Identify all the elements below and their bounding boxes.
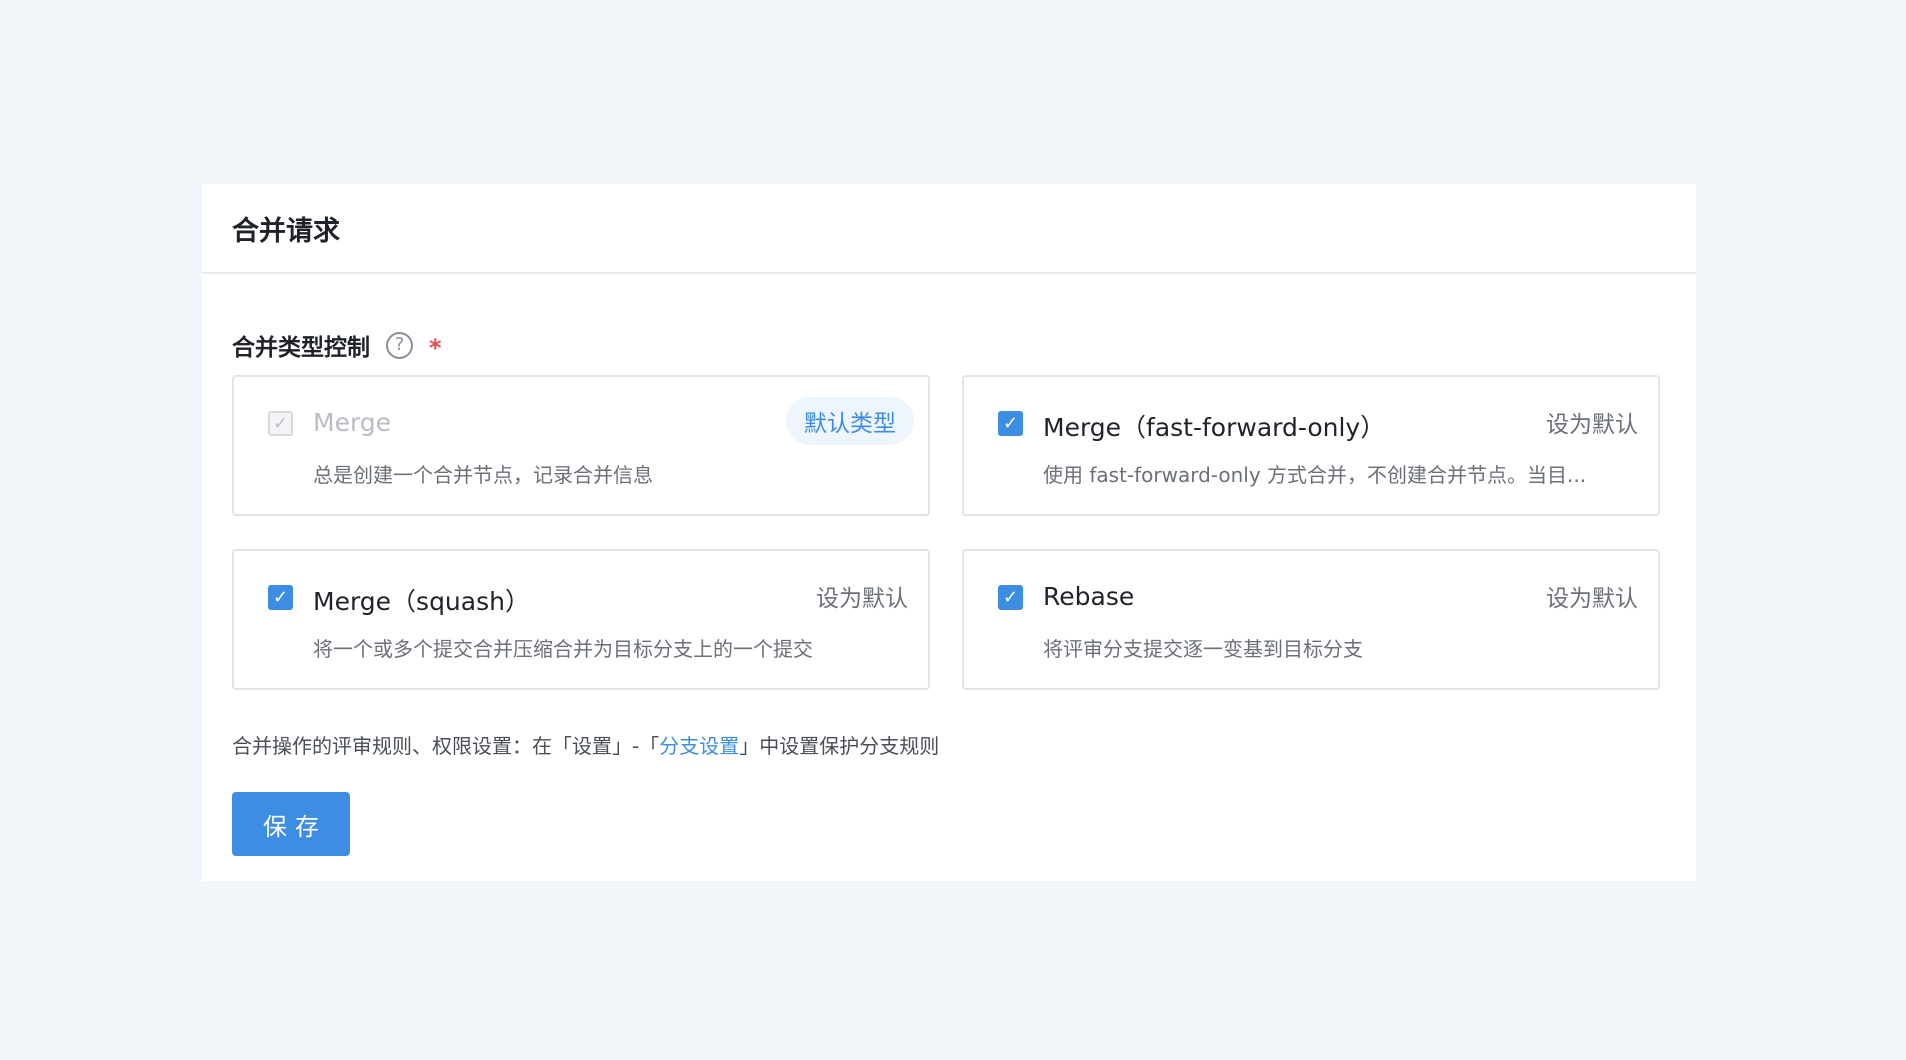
merge-type-card-rebase: ✓ Rebase 将评审分支提交逐一变基到目标分支 设为默认 [962,549,1660,690]
merge-checkbox: ✓ [268,411,293,436]
card-description: 将评审分支提交逐一变基到目标分支 [1043,637,1363,661]
card-title: Rebase [1043,582,1135,611]
section-label-text: 合并类型控制 [232,335,370,361]
card-description: 将一个或多个提交合并压缩合并为目标分支上的一个提交 [313,637,813,661]
hint-prefix: 合并操作的评审规则、权限设置：在「设置」-「 [232,734,660,758]
set-default-link[interactable]: 设为默认 [1546,579,1638,613]
card-title: Merge [313,408,392,437]
branch-settings-hint: 合并操作的评审规则、权限设置：在「设置」-「分支设置」中设置保护分支规则 [232,730,939,759]
hint-suffix: 」中设置保护分支规则 [739,734,940,758]
set-default-link[interactable]: 设为默认 [1546,405,1638,439]
card-description: 总是创建一个合并节点，记录合并信息 [313,463,653,487]
page-title: 合并请求 [232,215,340,247]
squash-checkbox[interactable]: ✓ [268,585,293,610]
required-mark: * [429,334,442,362]
merge-type-control-label: 合并类型控制 ? * [232,328,442,362]
question-circle-icon[interactable]: ? [386,331,413,359]
rebase-checkbox[interactable]: ✓ [998,585,1023,610]
card-title: Merge（fast-forward-only） [1043,413,1386,442]
card-description: 使用 fast-forward-only 方式合并，不创建合并节点。当目... [1043,463,1587,487]
merge-type-card-squash: ✓ Merge（squash） 将一个或多个提交合并压缩合并为目标分支上的一个提… [232,549,930,690]
default-type-badge: 默认类型 [786,397,914,445]
branch-settings-link[interactable]: 分支设置 [659,734,739,758]
save-button[interactable]: 保存 [232,792,350,856]
fast-forward-checkbox[interactable]: ✓ [998,411,1023,436]
card-title: Merge（squash） [313,587,530,616]
merge-type-card-merge: ✓ Merge 总是创建一个合并节点，记录合并信息 默认类型 [232,375,930,516]
merge-type-card-fast-forward: ✓ Merge（fast-forward-only） 使用 fast-forwa… [962,375,1660,516]
merge-request-settings-panel: 合并请求 合并类型控制 ? * ✓ Merge 总是创建一个合并节点，记录合并信… [202,184,1696,881]
panel-header: 合并请求 [202,184,1696,274]
set-default-link[interactable]: 设为默认 [816,579,908,613]
